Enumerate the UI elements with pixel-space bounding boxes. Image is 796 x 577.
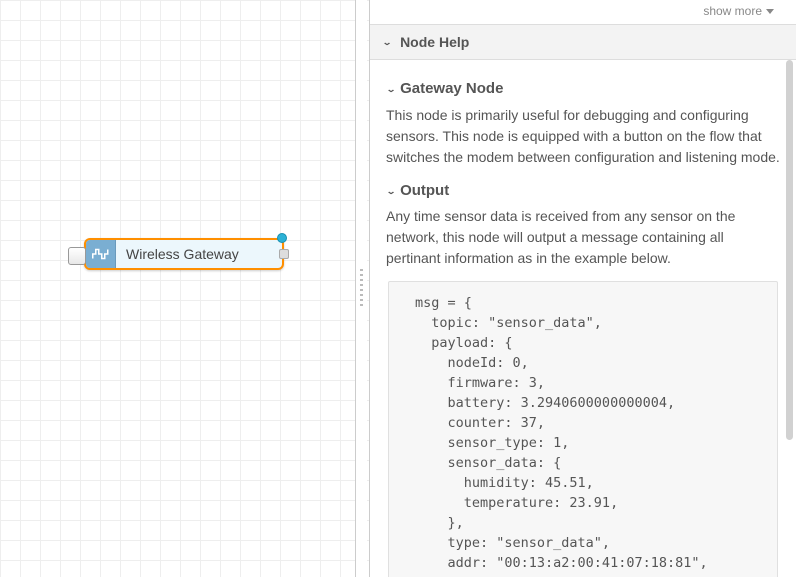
- section-title: Node Help: [400, 34, 469, 50]
- code-example: msg = { topic: "sensor_data", payload: {…: [388, 281, 778, 577]
- caret-down-icon: [766, 9, 774, 14]
- section-header-node-help[interactable]: ⌄ Node Help: [370, 24, 796, 60]
- node-status-dot: [277, 233, 287, 243]
- node-trigger-button[interactable]: [68, 247, 86, 265]
- show-more-link[interactable]: show more: [370, 0, 796, 24]
- chevron-down-icon: ⌄: [386, 83, 396, 96]
- show-more-label: show more: [703, 4, 762, 18]
- heading-gateway-node: ⌄ Gateway Node: [386, 78, 780, 101]
- signal-icon: [86, 240, 116, 268]
- chevron-down-icon: ⌄: [382, 37, 392, 47]
- flow-node-wireless-gateway[interactable]: Wireless Gateway: [84, 238, 284, 270]
- node-label: Wireless Gateway: [116, 246, 239, 262]
- heading-output: ⌄ Output: [386, 180, 780, 203]
- paragraph-gateway-desc: This node is primarily useful for debugg…: [386, 105, 780, 168]
- panel-resize-handle[interactable]: [355, 0, 367, 577]
- grip-icon: [360, 269, 363, 309]
- chevron-down-icon: ⌄: [386, 184, 396, 197]
- node-output-port[interactable]: [279, 249, 289, 259]
- scrollbar-thumb[interactable]: [786, 60, 793, 440]
- help-content: ⌄ Gateway Node This node is primarily us…: [370, 60, 796, 577]
- info-sidebar: show more ⌄ Node Help ⌄ Gateway Node Thi…: [370, 0, 796, 577]
- flow-canvas[interactable]: Wireless Gateway: [0, 0, 370, 577]
- paragraph-output-desc: Any time sensor data is received from an…: [386, 206, 780, 269]
